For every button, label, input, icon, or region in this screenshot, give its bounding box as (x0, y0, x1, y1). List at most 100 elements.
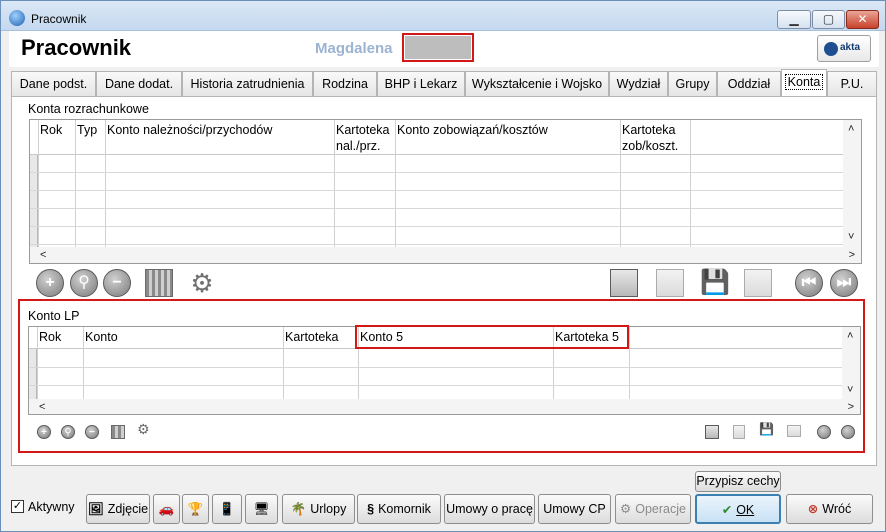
przypisz-cechy-button[interactable]: Przypisz cechy (695, 471, 781, 492)
export-icon[interactable] (610, 269, 638, 297)
konta-rozrachunkowe-grid[interactable]: Rok Typ Konto należności/przychodów Kart… (29, 119, 862, 264)
scroll-right-icon[interactable]: > (849, 248, 855, 262)
scroll-right-icon[interactable]: > (848, 400, 854, 414)
col-divider (395, 120, 396, 263)
konto-lp-label: Konto LP (28, 309, 80, 323)
konto-5-highlight (355, 325, 629, 349)
save-icon[interactable]: 💾 (759, 422, 774, 438)
col-header-typ[interactable]: Typ (77, 122, 97, 138)
col-header-konto-zobowiazan[interactable]: Konto zobowiązań/kosztów (397, 122, 548, 138)
first-record-icon[interactable] (817, 425, 831, 439)
save-icon[interactable]: 💾 (700, 269, 730, 297)
urlopy-button[interactable]: 🌴 Urlopy (282, 494, 355, 524)
col-header-konto-naleznosci[interactable]: Konto należności/przychodów (107, 122, 272, 138)
scroll-down-icon[interactable]: ˅ (847, 383, 853, 397)
tab-dane-dodat[interactable]: Dane dodat. (96, 71, 182, 97)
przypisz-cechy-label: Przypisz cechy (696, 474, 780, 488)
akta-logo-text: akta (840, 42, 861, 53)
scroll-up-icon[interactable]: ˄ (848, 122, 854, 136)
operacje-button[interactable]: ⚙ Operacje (615, 494, 691, 524)
col-divider (38, 120, 39, 263)
trophy-button[interactable]: 🏆 (182, 494, 209, 524)
tab-konta[interactable]: Konta (781, 69, 827, 97)
col-divider (334, 120, 335, 263)
tab-label: Rodzina (322, 77, 368, 91)
redacted-surname (405, 36, 471, 59)
umowy-cp-button[interactable]: Umowy CP (538, 494, 611, 524)
windows-icon[interactable] (787, 425, 801, 437)
col-header-rok[interactable]: Rok (39, 329, 61, 345)
document-icon[interactable] (656, 269, 684, 297)
scroll-left-icon[interactable]: < (39, 400, 45, 414)
minimize-button[interactable]: ▁ (777, 10, 811, 29)
col-header-konto[interactable]: Konto (85, 329, 118, 345)
aktywny-checkbox[interactable]: ✓ (11, 500, 24, 513)
tab-pu[interactable]: P.U. (827, 71, 877, 97)
scroll-left-icon[interactable]: < (40, 248, 46, 262)
last-record-icon[interactable]: ⏭ (830, 269, 858, 297)
tab-wyksztalcenie-i-wojsko[interactable]: Wykształcenie i Wojsko (465, 71, 609, 97)
row-line (30, 208, 847, 209)
tab-historia-zatrudnienia[interactable]: Historia zatrudnienia (182, 71, 313, 97)
title-bar: Pracownik ▁ ▢ ✕ (1, 1, 885, 31)
vertical-scrollbar[interactable]: ˄ ˅ (843, 120, 861, 247)
document-icon[interactable] (733, 425, 745, 439)
umowy-o-prace-button[interactable]: Umowy o pracę (444, 494, 535, 524)
tab-bhp-i-lekarz[interactable]: BHP i Lekarz (377, 71, 465, 97)
zdjecie-button[interactable]: 🖼 Zdjęcie (86, 494, 150, 524)
horizontal-scrollbar[interactable]: < > (30, 247, 861, 263)
tab-dane-podst[interactable]: Dane podst. (11, 71, 96, 97)
barcode-icon[interactable] (111, 425, 125, 439)
col-divider (620, 120, 621, 263)
scroll-up-icon[interactable]: ˄ (847, 329, 853, 343)
tab-label: Wykształcenie i Wojsko (471, 77, 603, 91)
paragraph-icon: § (367, 502, 375, 516)
col-divider (105, 120, 106, 263)
row-line (30, 172, 847, 173)
settings-icon[interactable]: ⚙ (188, 269, 216, 297)
add-icon[interactable]: + (37, 425, 51, 439)
col-header-kartoteka-nal[interactable]: Kartoteka nal./prz. (336, 122, 394, 154)
windows-icon[interactable] (744, 269, 772, 297)
computer-button[interactable]: 🖥 (245, 494, 278, 524)
konta-rozrachunkowe-label: Konta rozrachunkowe (28, 102, 149, 116)
komornik-button[interactable]: § Komornik (357, 494, 441, 524)
tab-oddzial[interactable]: Oddział (717, 71, 781, 97)
tab-label: Grupy (675, 77, 710, 91)
barcode-icon[interactable] (145, 269, 173, 297)
tab-wydzial[interactable]: Wydział (609, 71, 668, 97)
remove-icon[interactable]: − (85, 425, 99, 439)
wroc-button[interactable]: ⊗ Wróć (786, 494, 873, 524)
ok-label: OK (736, 503, 755, 517)
ok-button[interactable]: ✔ OK (695, 494, 781, 524)
horizontal-scrollbar[interactable]: < > (29, 399, 860, 414)
add-icon[interactable]: + (36, 269, 64, 297)
phone-button[interactable]: 📱 (212, 494, 242, 524)
settings-icon[interactable]: ⚙ (137, 421, 153, 437)
tab-rodzina[interactable]: Rodzina (313, 71, 377, 97)
last-record-icon[interactable] (841, 425, 855, 439)
remove-icon[interactable]: − (103, 269, 131, 297)
row-line (30, 244, 847, 245)
tab-label: Dane dodat. (104, 77, 174, 91)
akta-logo[interactable]: akta (817, 35, 871, 62)
col-header-kartoteka-zob[interactable]: Kartoteka zob/koszt. (622, 122, 688, 154)
tab-label: P.U. (840, 77, 864, 91)
search-icon[interactable]: ⚲ (70, 269, 98, 297)
export-icon[interactable] (705, 425, 719, 439)
first-record-icon[interactable]: ⏮ (795, 269, 823, 297)
row-line (30, 190, 847, 191)
gears-icon: ⚙ (620, 502, 632, 516)
search-icon[interactable]: ⚲ (61, 425, 75, 439)
bottom-bar: ✓ Aktywny 🖼 Zdjęcie 🚗 🏆 📱 🖥 🌴 Urlopy § Komo… (1, 471, 885, 531)
vertical-scrollbar[interactable]: ˄ ˅ (842, 327, 860, 399)
row-line (30, 226, 847, 227)
close-button[interactable]: ✕ (846, 10, 879, 29)
col-header-kartoteka[interactable]: Kartoteka (285, 329, 339, 345)
col-header-rok[interactable]: Rok (40, 122, 62, 138)
komornik-label: Komornik (378, 502, 431, 516)
tab-grupy[interactable]: Grupy (668, 71, 717, 97)
car-button[interactable]: 🚗 (153, 494, 180, 524)
scroll-down-icon[interactable]: ˅ (848, 230, 854, 244)
maximize-button[interactable]: ▢ (812, 10, 845, 29)
